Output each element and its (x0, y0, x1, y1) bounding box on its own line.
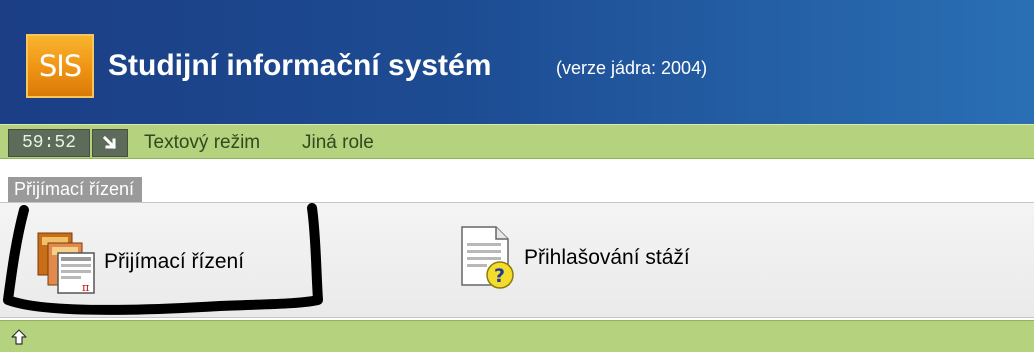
top-toolbar: 59:52 Textový režim Jiná role (0, 124, 1034, 159)
session-timer: 59:52 (8, 129, 90, 157)
module-panel: π Přijímací řízení ? Přihlašování stáží (0, 202, 1034, 318)
logout-arrow-icon (102, 135, 117, 150)
menu-item-internship[interactable]: ? Přihlašování stáží (456, 225, 690, 291)
section-title: Přijímací řízení (8, 177, 143, 202)
sis-logo[interactable]: SIS (26, 34, 94, 98)
menu-item-label: Přihlašování stáží (524, 246, 690, 269)
app-header: SIS Studijní informační systém (verze já… (0, 0, 1034, 124)
menu-item-admission[interactable]: π Přijímací řízení (36, 229, 244, 295)
svg-text:?: ? (494, 265, 505, 287)
admission-forms-icon: π (36, 229, 100, 295)
app-title: Studijní informační systém (108, 49, 492, 82)
logout-button[interactable] (92, 129, 128, 157)
svg-text:π: π (82, 281, 89, 294)
logo-text: SIS (38, 48, 82, 83)
document-help-icon: ? (456, 225, 520, 291)
app-version: (verze jádra: 2004) (556, 58, 708, 78)
bottom-bar (0, 320, 1034, 352)
other-role-link[interactable]: Jiná role (302, 132, 374, 154)
scroll-up-button[interactable] (8, 326, 30, 348)
text-mode-link[interactable]: Textový režim (144, 132, 260, 154)
menu-item-label: Přijímací řízení (104, 250, 245, 273)
up-arrow-icon (11, 329, 27, 345)
